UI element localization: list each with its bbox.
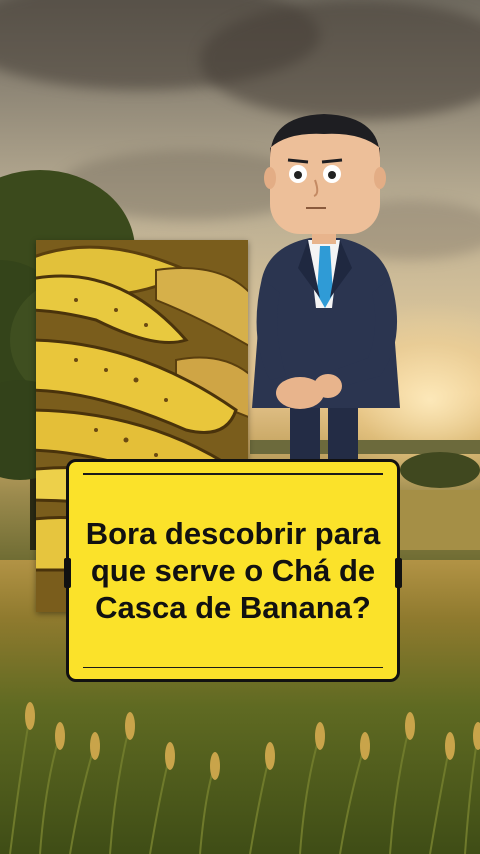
caption-top-rule [83,473,383,475]
caption-card: Bora descobrir para que serve o Chá de C… [64,459,402,682]
caption-text: Bora descobrir para que serve o Chá de C… [85,516,381,625]
caption-left-tab [64,558,71,588]
caption-right-tab [395,558,402,588]
cartoon-businessman [252,114,400,468]
caption-bottom-rule [83,666,383,668]
